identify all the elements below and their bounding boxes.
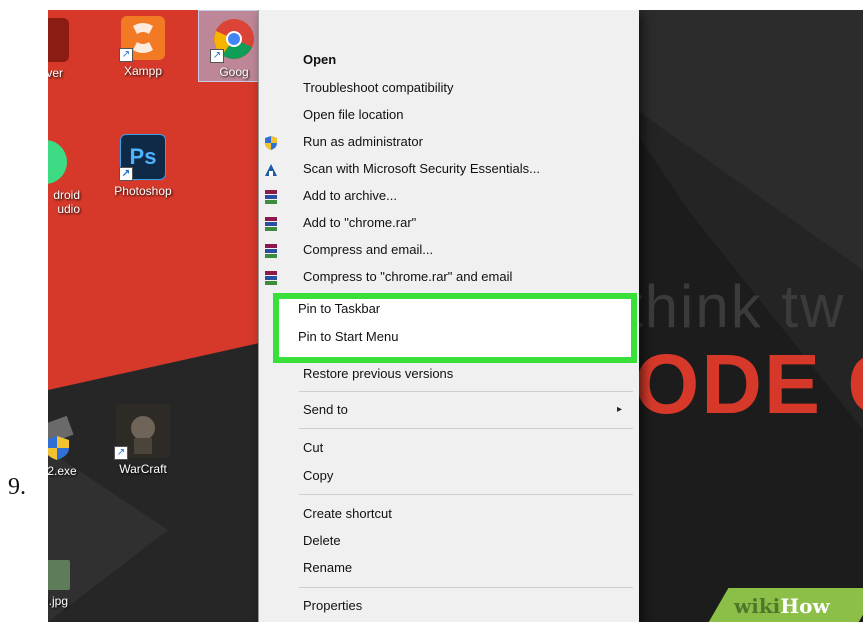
desktop-icon-label: n.jpg xyxy=(48,594,69,608)
chrome-icon: ↗ xyxy=(210,17,256,63)
menu-item-copy[interactable]: Copy xyxy=(303,468,333,483)
wallpaper-code-text: ODE C xyxy=(634,337,863,431)
submenu-arrow-icon: ▸ xyxy=(617,404,623,415)
shortcut-arrow-icon: ↗ xyxy=(210,49,224,63)
windows-desktop-screenshot: think tw ODE C wikiHow Driver ↗ Xampp ↗ … xyxy=(48,10,863,622)
menu-item-restore-previous-versions[interactable]: Restore previous versions xyxy=(303,366,453,381)
photoshop-icon: Ps ↗ xyxy=(119,134,166,181)
wallpaper-think-text: think tw xyxy=(626,273,846,340)
desktop-icon-driver[interactable]: Driver xyxy=(48,18,82,80)
driver-icon xyxy=(48,18,69,62)
menu-item-compress-to-chrome-rar-email[interactable]: Compress to "chrome.rar" and email xyxy=(303,269,512,284)
winrar-icon xyxy=(265,190,277,204)
shield-icon xyxy=(265,136,277,150)
menu-item-run-as-administrator[interactable]: Run as administrator xyxy=(303,134,423,149)
desktop-icon-label: Driver xyxy=(48,66,63,80)
winrar-icon xyxy=(265,244,277,258)
menu-item-properties[interactable]: Properties xyxy=(303,598,362,613)
menu-item-delete[interactable]: Delete xyxy=(303,533,341,548)
security-essentials-icon xyxy=(265,164,277,176)
menu-item-pin-to-taskbar[interactable]: Pin to Taskbar xyxy=(298,301,380,316)
menu-item-add-to-archive[interactable]: Add to archive... xyxy=(303,188,397,203)
photoshop-icon-text: Ps xyxy=(129,144,157,169)
wikihow-watermark: wikiHow xyxy=(734,594,830,618)
menu-separator xyxy=(299,391,633,392)
warcraft-icon: ↗ xyxy=(114,404,170,460)
wikihow-wiki-text: wiki xyxy=(734,594,781,618)
setup-exe-icon xyxy=(48,415,79,460)
desktop-icon-label: 2.2.exe xyxy=(48,464,77,478)
shortcut-arrow-icon: ↗ xyxy=(114,446,128,460)
desktop-icon-label: Photoshop xyxy=(114,184,172,198)
wikihow-how-text: How xyxy=(780,594,830,618)
menu-separator xyxy=(299,587,633,588)
shortcut-arrow-icon: ↗ xyxy=(119,48,133,62)
desktop-icon-label: Xampp xyxy=(123,64,163,78)
xampp-icon: ↗ xyxy=(119,16,165,62)
menu-separator xyxy=(299,494,633,495)
desktop-icon-label: WarCraft xyxy=(119,462,167,476)
menu-item-rename[interactable]: Rename xyxy=(303,560,352,575)
desktop-icon-photoshop[interactable]: Ps ↗ Photoshop xyxy=(108,134,178,198)
menu-separator xyxy=(299,428,633,429)
step-number: 9. xyxy=(8,474,26,500)
desktop-icon-xampp[interactable]: ↗ Xampp xyxy=(108,16,178,78)
menu-item-pin-to-start-menu[interactable]: Pin to Start Menu xyxy=(298,329,398,344)
menu-item-scan-security-essentials[interactable]: Scan with Microsoft Security Essentials.… xyxy=(303,161,540,176)
android-studio-icon xyxy=(48,140,67,184)
winrar-icon xyxy=(265,271,277,285)
image-file-icon xyxy=(48,560,70,590)
desktop-icon-label: droid udio xyxy=(53,188,80,216)
menu-item-add-to-chrome-rar[interactable]: Add to "chrome.rar" xyxy=(303,215,416,230)
menu-item-cut[interactable]: Cut xyxy=(303,440,323,455)
desktop-icon-jpg-file[interactable]: n.jpg xyxy=(48,560,90,608)
menu-item-open[interactable]: Open xyxy=(303,52,336,67)
shortcut-arrow-icon: ↗ xyxy=(119,167,133,181)
menu-item-troubleshoot-compatibility[interactable]: Troubleshoot compatibility xyxy=(303,80,454,95)
desktop-icon-setup-exe[interactable]: 2.2.exe xyxy=(48,415,92,478)
desktop-icon-android-studio[interactable]: droid udio xyxy=(48,140,80,216)
menu-item-compress-and-email[interactable]: Compress and email... xyxy=(303,242,433,257)
menu-item-open-file-location[interactable]: Open file location xyxy=(303,107,403,122)
desktop-icon-warcraft[interactable]: ↗ WarCraft xyxy=(108,404,178,476)
winrar-icon xyxy=(265,217,277,231)
menu-item-create-shortcut[interactable]: Create shortcut xyxy=(303,506,392,521)
menu-item-send-to[interactable]: Send to xyxy=(303,402,348,417)
